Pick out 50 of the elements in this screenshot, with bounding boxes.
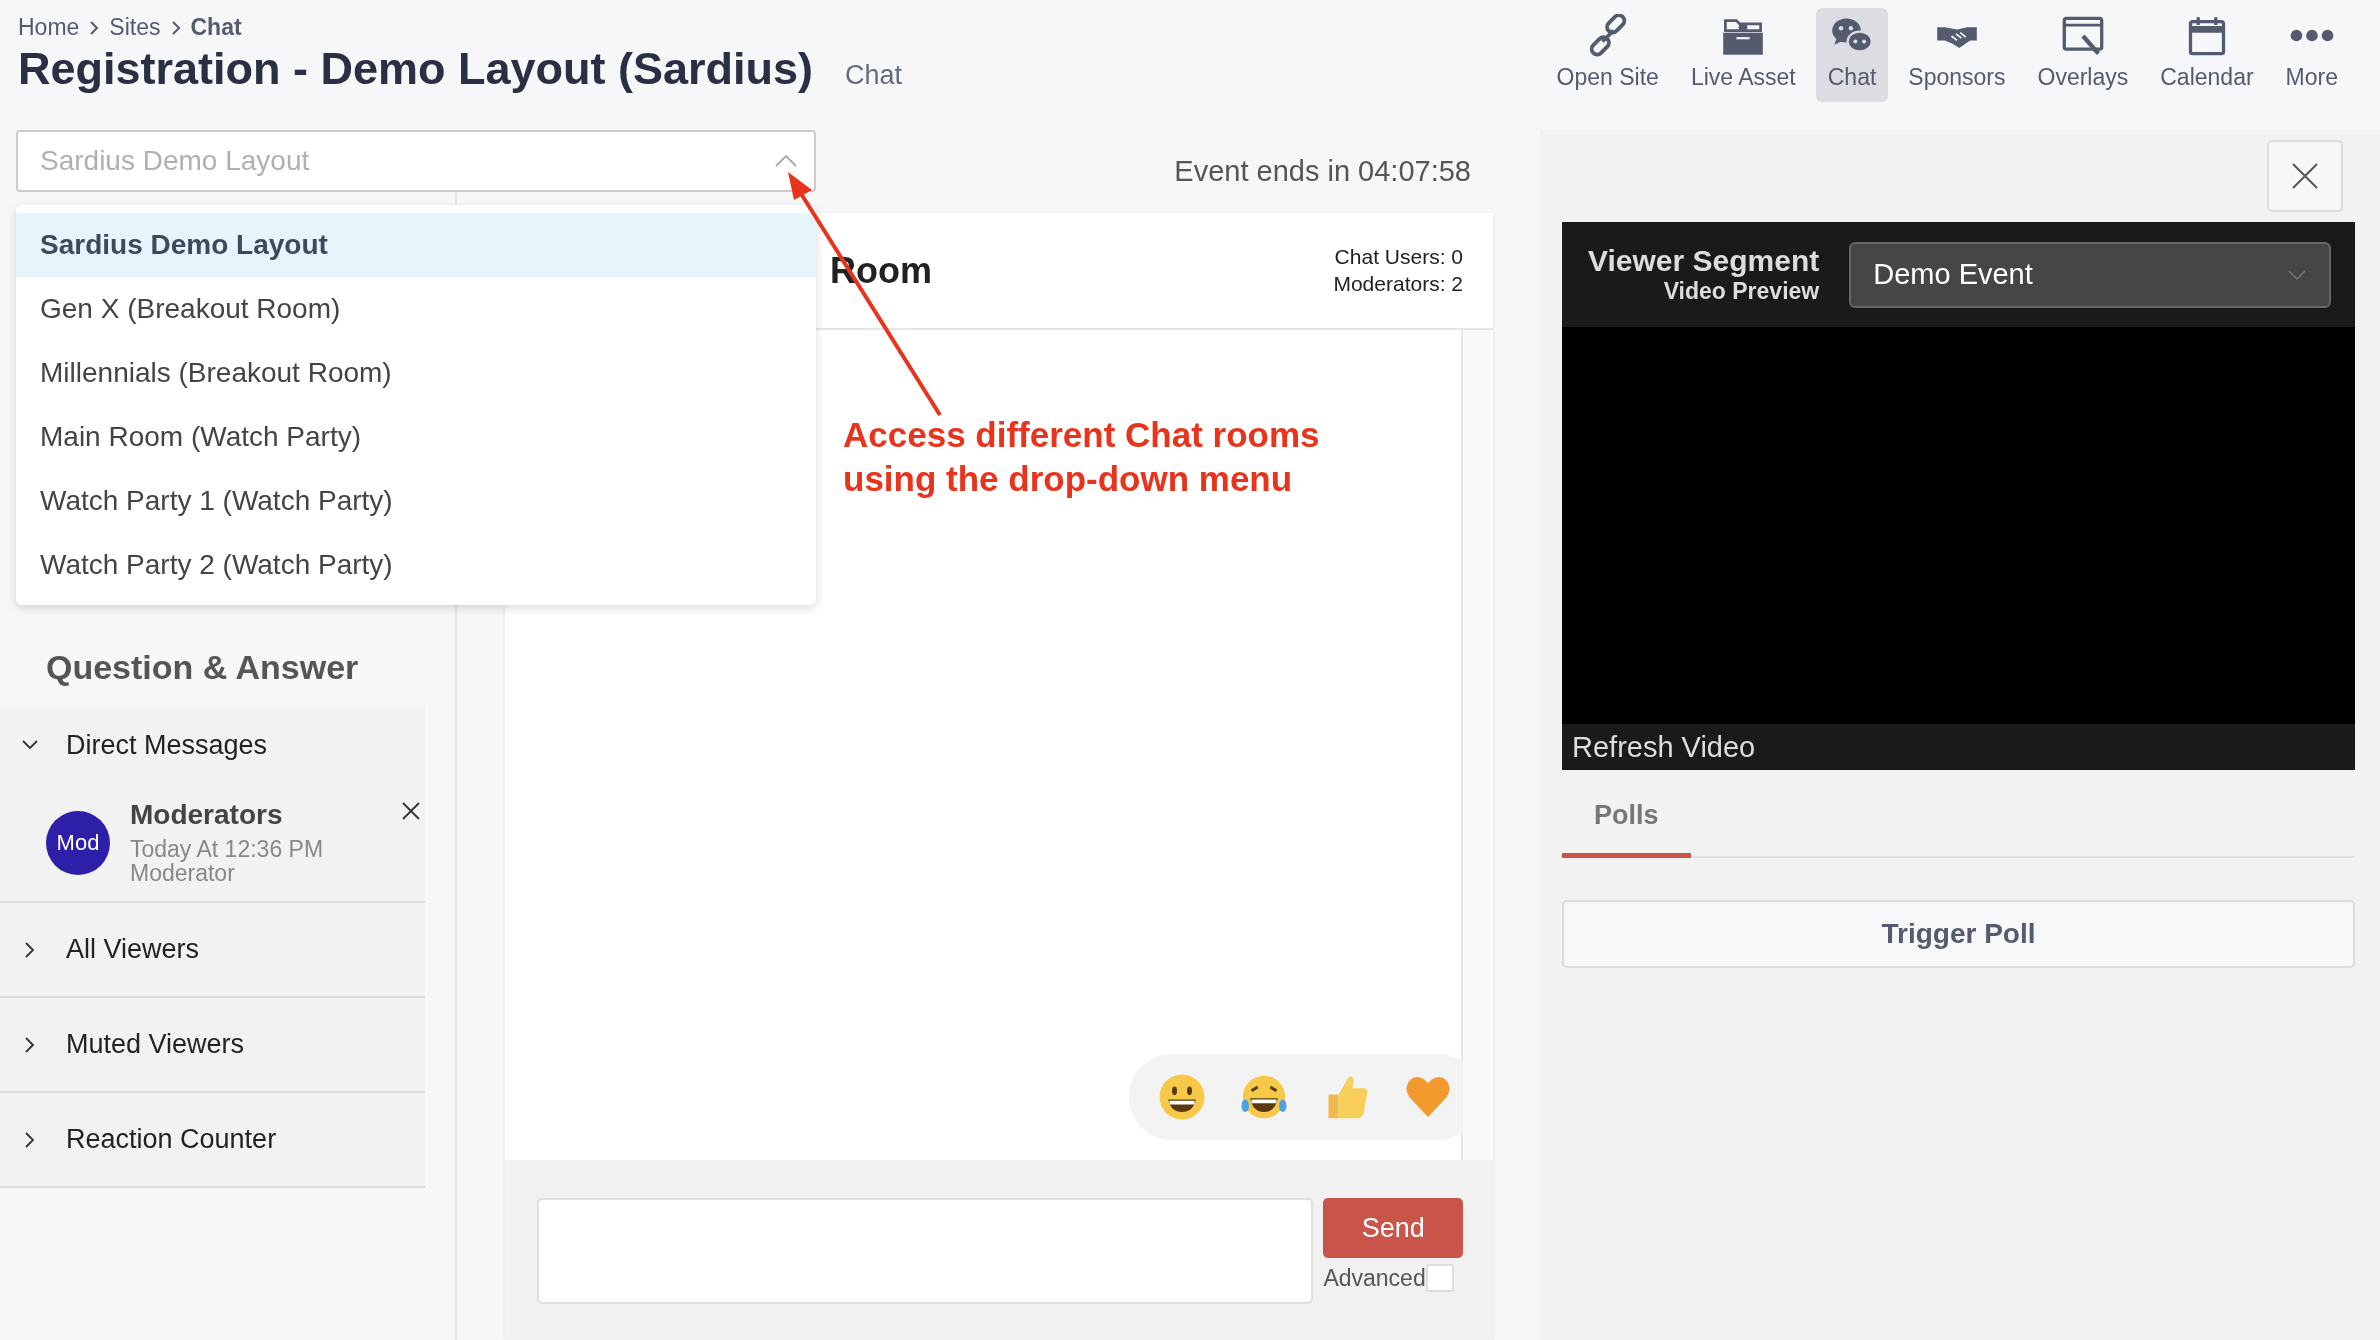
close-icon[interactable]: [401, 801, 421, 821]
toolbar-button[interactable]: Live Asset: [1678, 8, 1808, 102]
caret-icon: [2287, 268, 2307, 281]
toolbar-button[interactable]: Calendar: [2148, 8, 2266, 102]
conversation-card[interactable]: Mod Moderators Today At 12:36 PM Moderator: [0, 785, 425, 902]
dropdown-option[interactable]: Gen X (Breakout Room): [16, 277, 816, 341]
accordion-header[interactable]: All Viewers: [0, 903, 425, 997]
grinning-emoji-icon[interactable]: [1157, 1072, 1207, 1122]
breadcrumb-link[interactable]: Sites: [109, 14, 161, 41]
toolbar-button[interactable]: Open Site: [1544, 8, 1671, 102]
user-count: Chat Users: 0: [1334, 244, 1463, 271]
message-input[interactable]: [537, 1198, 1314, 1304]
accordion-header[interactable]: Direct Messages: [0, 705, 425, 785]
advanced-label: Advanced: [1323, 1264, 1426, 1292]
event-timer: Event ends in 04:07:58: [1174, 155, 1471, 188]
accordion-header[interactable]: Muted Viewers: [0, 998, 425, 1092]
window-pen-icon: [2060, 14, 2105, 58]
annotation-text: Access different Chat rooms using the drop-down menu: [843, 414, 1320, 500]
trigger-poll-button[interactable]: Trigger Poll: [1562, 900, 2355, 968]
toolbar-button[interactable]: More: [2273, 8, 2350, 102]
dropdown-option[interactable]: Sardius Demo Layout: [16, 213, 816, 277]
close-icon: [2290, 161, 2320, 191]
chevron-right-icon: [170, 19, 181, 36]
send-button[interactable]: Send: [1323, 1198, 1463, 1258]
segment-select[interactable]: Demo Event: [1849, 241, 2331, 308]
preview-label: Video Preview: [1663, 278, 1820, 305]
more-icon: [2289, 29, 2334, 42]
page-title: Registration - Demo Layout (Sardius): [18, 43, 814, 95]
conversation-name: Moderators: [130, 799, 284, 831]
advanced-checkbox[interactable]: [1425, 1264, 1454, 1292]
toolbar-button[interactable]: Sponsors: [1896, 8, 2018, 102]
segment-label: Viewer Segment: [1588, 244, 1820, 278]
breadcrumb-link[interactable]: Home: [18, 14, 80, 41]
avatar: Mod: [46, 811, 110, 875]
page-subtitle: Chat: [845, 60, 903, 91]
moderator-count: Moderators: 2: [1333, 270, 1463, 297]
breadcrumb-link[interactable]: Chat: [190, 14, 242, 41]
chevron-right-icon: [89, 19, 100, 36]
dropdown-option[interactable]: Watch Party 2 (Watch Party): [16, 533, 816, 597]
conversation-role: Moderator: [130, 861, 236, 886]
dropdown-option[interactable]: Main Room (Watch Party): [16, 405, 816, 469]
tab[interactable]: Polls: [1562, 786, 1691, 858]
accordion-header[interactable]: Reaction Counter: [0, 1093, 425, 1187]
conversation-time: Today At 12:36 PM: [130, 837, 324, 862]
sidebar-heading: Question & Answer: [46, 648, 360, 687]
toolbar-button[interactable]: Chat: [1815, 8, 1889, 102]
dropdown-option[interactable]: Millennials (Breakout Room): [16, 341, 816, 405]
dropdown-option[interactable]: Watch Party 1 (Watch Party): [16, 469, 816, 533]
toolbar-button[interactable]: Overlays: [2025, 8, 2141, 102]
close-button[interactable]: [2267, 140, 2343, 212]
